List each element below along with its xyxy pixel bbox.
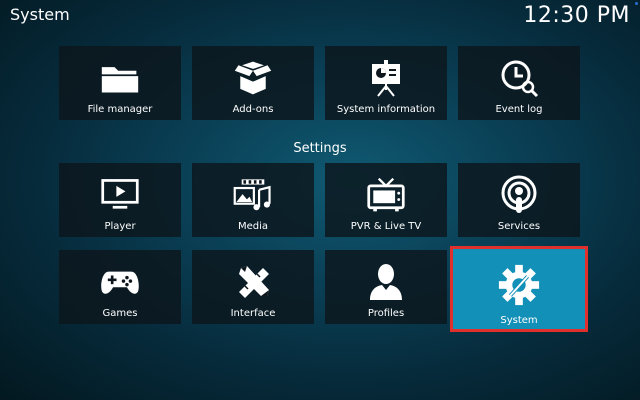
tile-label: Player xyxy=(104,221,136,232)
clock-search-icon xyxy=(499,58,539,98)
tile-media[interactable]: Media xyxy=(192,163,314,237)
section-heading-settings: Settings xyxy=(293,141,347,156)
tile-event-log[interactable]: Event log xyxy=(458,46,580,120)
tile-pvr-live-tv[interactable]: PVR & Live TV xyxy=(325,163,447,237)
tile-services[interactable]: Services xyxy=(458,163,580,237)
tile-player[interactable]: Player xyxy=(59,163,181,237)
tile-label: Media xyxy=(237,221,269,232)
tile-label: System information xyxy=(336,104,436,115)
tile-system[interactable]: System xyxy=(450,246,588,332)
tile-label: Event log xyxy=(495,104,543,115)
tile-label: File manager xyxy=(87,104,153,115)
tile-profiles[interactable]: Profiles xyxy=(325,250,447,324)
retro-tv-icon xyxy=(366,175,406,215)
folder-icon xyxy=(100,58,140,98)
page-title: System xyxy=(10,5,70,24)
tile-label: System xyxy=(500,315,538,326)
user-profile-icon xyxy=(366,262,406,302)
podcast-broadcast-icon xyxy=(499,175,539,215)
tile-add-ons[interactable]: Add-ons xyxy=(192,46,314,120)
tile-file-manager[interactable]: File manager xyxy=(59,46,181,120)
tile-label: Interface xyxy=(230,308,276,319)
media-film-music-icon xyxy=(233,175,273,215)
presentation-board-icon xyxy=(366,58,406,98)
tile-interface[interactable]: Interface xyxy=(192,250,314,324)
gear-wrench-icon xyxy=(497,263,541,307)
tile-label: Games xyxy=(102,308,138,319)
tile-label: Services xyxy=(497,221,541,232)
open-box-icon xyxy=(233,58,273,98)
tile-label: Add-ons xyxy=(232,104,274,115)
tv-play-icon xyxy=(100,175,140,215)
tile-label: Profiles xyxy=(367,308,405,319)
tile-games[interactable]: Games xyxy=(59,250,181,324)
pencil-ruler-icon xyxy=(233,262,273,302)
corner-dot xyxy=(635,2,638,5)
tile-system-information[interactable]: System information xyxy=(325,46,447,120)
clock: 12:30 PM xyxy=(523,3,630,28)
tile-label: PVR & Live TV xyxy=(350,221,422,232)
gamepad-icon xyxy=(100,262,140,302)
